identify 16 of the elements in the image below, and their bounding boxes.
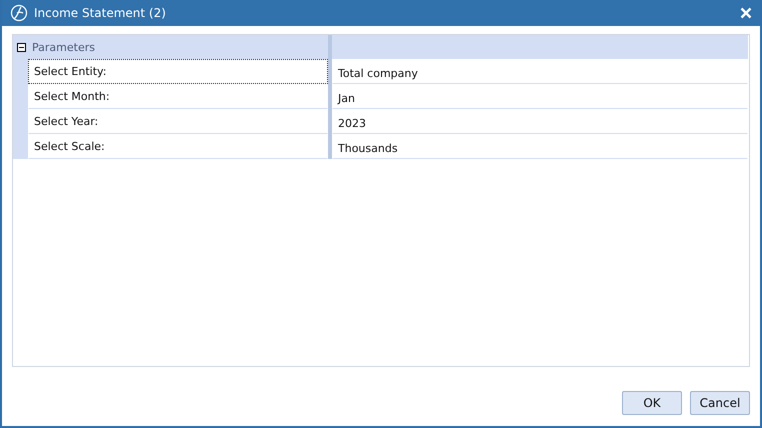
property-label[interactable]: Select Month:	[28, 84, 328, 109]
script-logo-icon	[10, 4, 28, 22]
property-value[interactable]: 2023	[332, 109, 748, 134]
property-label[interactable]: Select Scale:	[28, 134, 328, 159]
row-gutter	[13, 134, 28, 159]
property-value[interactable]: Jan	[332, 84, 748, 109]
cancel-button[interactable]: Cancel	[690, 391, 750, 415]
ok-button[interactable]: OK	[622, 391, 682, 415]
property-label[interactable]: Select Entity:	[28, 59, 328, 84]
close-icon[interactable]	[740, 7, 752, 19]
property-label[interactable]: Select Year:	[28, 109, 328, 134]
category-title: Parameters	[32, 40, 95, 54]
property-value[interactable]: Thousands	[332, 134, 748, 159]
property-value[interactable]: Total company	[332, 59, 748, 84]
window-title: Income Statement (2)	[34, 6, 167, 20]
collapse-icon[interactable]	[17, 42, 26, 52]
